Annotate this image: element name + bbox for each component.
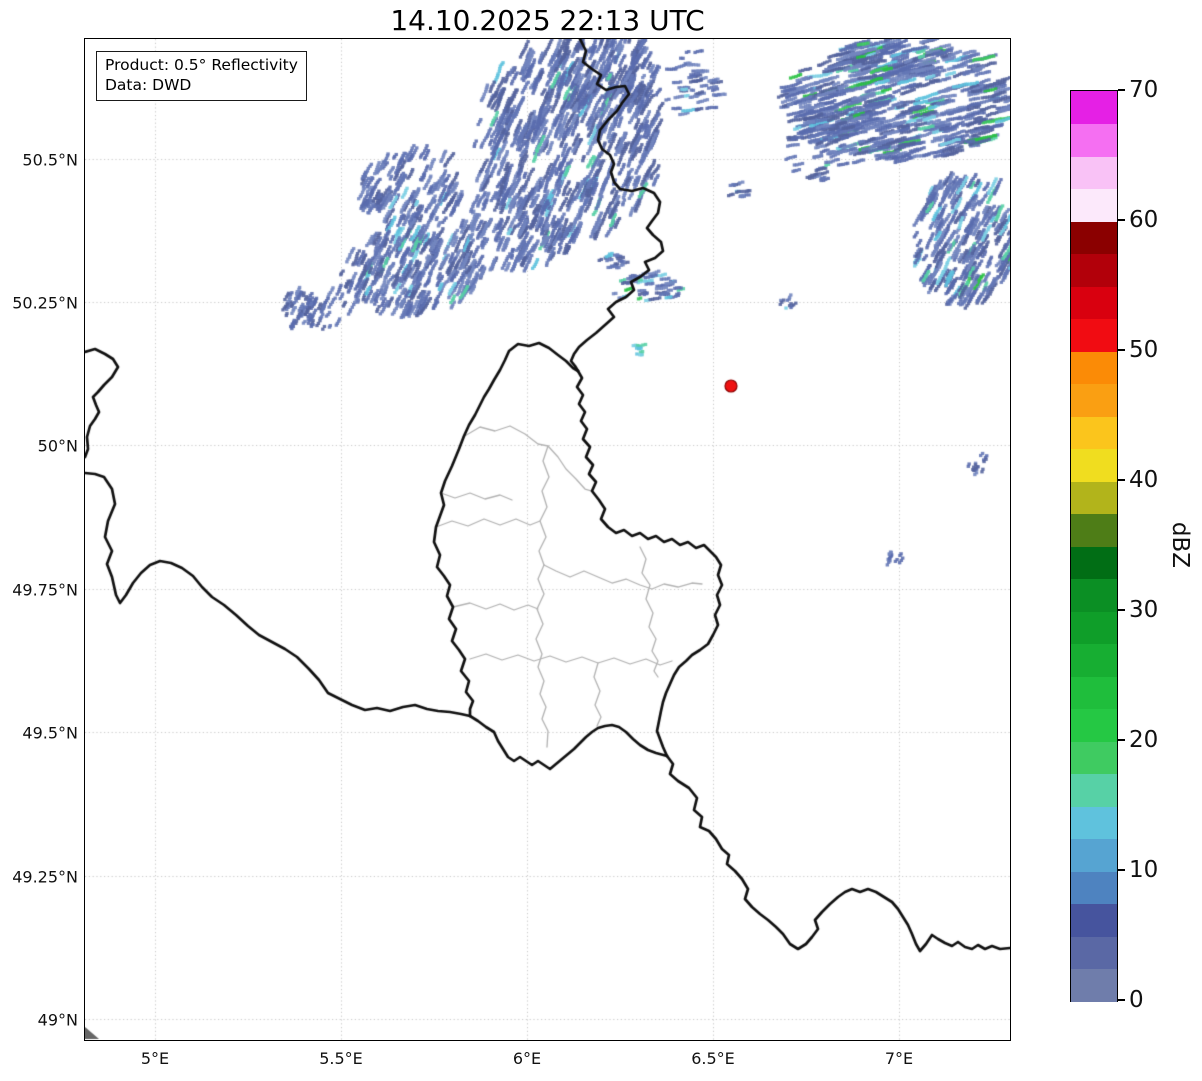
colorbar-segment [1071, 546, 1117, 579]
colorbar [1070, 90, 1118, 1002]
colorbar-tick-label: 60 [1129, 207, 1158, 233]
colorbar-segment [1071, 481, 1117, 514]
radar-map-canvas [85, 39, 1010, 1040]
colorbar-segment [1071, 286, 1117, 319]
colorbar-segment [1071, 221, 1117, 254]
colorbar-tick-label: 10 [1129, 857, 1158, 883]
colorbar-segment [1071, 644, 1117, 677]
colorbar-segment [1071, 351, 1117, 384]
colorbar-segment [1071, 384, 1117, 417]
colorbar-tick-mark [1118, 739, 1125, 741]
colorbar-axis-label: dBZ [1167, 522, 1193, 568]
y-tick-label: 50.25°N [0, 294, 78, 313]
y-tick-label: 50.5°N [0, 151, 78, 170]
colorbar-tick-mark [1118, 349, 1125, 351]
y-tick-label: 49.75°N [0, 581, 78, 600]
colorbar-segment [1071, 741, 1117, 774]
y-tick-label: 49.5°N [0, 724, 78, 743]
x-tick-label: 5°E [141, 1049, 169, 1068]
colorbar-tick-mark [1118, 869, 1125, 871]
colorbar-segment [1071, 254, 1117, 287]
map-plot: Product: 0.5° Reflectivity Data: DWD [84, 38, 1011, 1041]
product-annotation: Product: 0.5° Reflectivity Data: DWD [96, 51, 307, 101]
colorbar-segment [1071, 839, 1117, 872]
colorbar-tick-mark [1118, 609, 1125, 611]
colorbar-segment [1071, 611, 1117, 644]
colorbar-tick-label: 30 [1129, 597, 1158, 623]
colorbar-segment [1071, 904, 1117, 937]
colorbar-segment [1071, 91, 1117, 124]
colorbar-tick-mark [1118, 999, 1125, 1001]
x-tick-label: 7°E [885, 1049, 913, 1068]
colorbar-tick-label: 0 [1129, 987, 1144, 1013]
colorbar-segment [1071, 156, 1117, 189]
colorbar-tick-label: 50 [1129, 337, 1158, 363]
colorbar-tick-label: 20 [1129, 727, 1158, 753]
colorbar-tick-mark [1118, 479, 1125, 481]
colorbar-segment [1071, 709, 1117, 742]
colorbar-segment [1071, 416, 1117, 449]
x-tick-label: 6°E [513, 1049, 541, 1068]
colorbar-segment [1071, 936, 1117, 969]
annotation-product-line: Product: 0.5° Reflectivity [105, 55, 298, 75]
colorbar-segment [1071, 189, 1117, 222]
colorbar-segment [1071, 319, 1117, 352]
x-tick-label: 5.5°E [319, 1049, 363, 1068]
radar-figure: 14.10.2025 22:13 UTC Product: 0.5° Refle… [0, 0, 1202, 1081]
colorbar-segment [1071, 449, 1117, 482]
colorbar-segment [1071, 774, 1117, 807]
annotation-data-line: Data: DWD [105, 75, 298, 95]
colorbar-tick-label: 40 [1129, 467, 1158, 493]
y-tick-label: 49.25°N [0, 868, 78, 887]
colorbar-segment [1071, 514, 1117, 547]
colorbar-tick-mark [1118, 89, 1125, 91]
colorbar-segment [1071, 676, 1117, 709]
y-tick-label: 50°N [0, 437, 78, 456]
x-tick-label: 6.5°E [691, 1049, 735, 1068]
colorbar-segment [1071, 124, 1117, 157]
colorbar-segment [1071, 579, 1117, 612]
y-tick-label: 49°N [0, 1011, 78, 1030]
colorbar-segment [1071, 806, 1117, 839]
colorbar-tick-mark [1118, 219, 1125, 221]
colorbar-segment [1071, 871, 1117, 904]
colorbar-segment [1071, 969, 1117, 1002]
figure-title: 14.10.2025 22:13 UTC [85, 4, 1010, 37]
colorbar-tick-label: 70 [1129, 77, 1158, 103]
